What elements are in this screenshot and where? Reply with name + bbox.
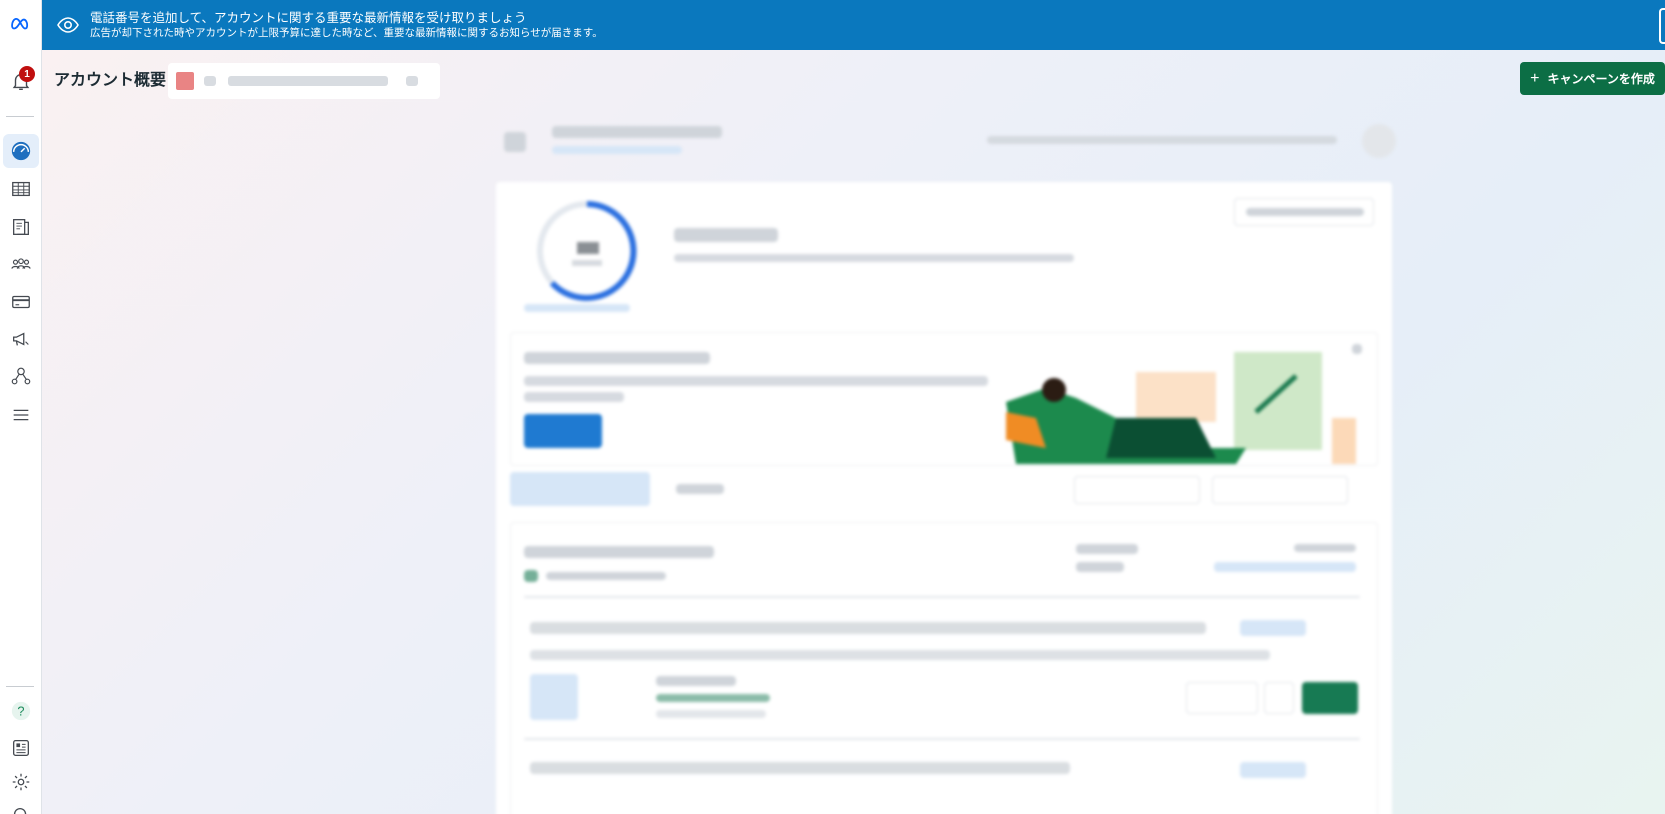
rail-item-overview[interactable] (3, 134, 39, 168)
page-title: アカウント概要 (54, 72, 167, 89)
blurred-text (524, 352, 710, 364)
blurred-text (1076, 562, 1124, 572)
blurred-account-name (228, 76, 388, 86)
news-icon (13, 740, 29, 756)
banner-description: 広告が却下された時やアカウントが上限予算に達した時など、重要な最新情報に関するお… (90, 26, 603, 39)
blurred-text (204, 76, 216, 86)
blurred-text (552, 146, 682, 154)
create-campaign-button[interactable]: + キャンペーンを作成 (1520, 62, 1665, 95)
blurred-tab (676, 484, 724, 494)
meta-logo-icon[interactable] (3, 6, 39, 40)
blurred-text (1294, 544, 1356, 552)
blurred-text (530, 650, 1270, 660)
chevron-down-icon (406, 76, 418, 86)
settings-button[interactable] (3, 765, 39, 799)
blurred-button (1362, 124, 1396, 158)
blurred-button (1186, 682, 1258, 714)
rail-item-ads[interactable] (3, 322, 39, 356)
blurred-text (546, 572, 666, 580)
audience-icon (11, 258, 31, 269)
gear-icon (12, 773, 30, 791)
blurred-card (496, 182, 1392, 814)
banner-edge (1659, 8, 1665, 44)
blurred-text (530, 762, 1070, 774)
blurred-illustration (1006, 352, 1356, 464)
billing-icon (12, 295, 30, 309)
help-icon: ? (11, 701, 31, 721)
banner-title[interactable]: 電話番号を追加して、アカウントに関する重要な最新情報を受け取りましょう (90, 10, 603, 26)
phone-notice-banner: 電話番号を追加して、アカウントに関する重要な最新情報を受け取りましょう 広告が却… (42, 0, 1665, 50)
blurred-main-content (492, 118, 1400, 814)
network-icon (11, 367, 31, 385)
dashboard-icon (11, 141, 31, 161)
eye-icon (57, 17, 79, 33)
menu-icon (13, 409, 29, 421)
rail-item-all-tools[interactable] (3, 398, 39, 432)
search-icon (13, 807, 27, 814)
blurred-dropdown (1074, 476, 1200, 504)
table-icon (12, 181, 30, 197)
blurred-icon (524, 570, 538, 582)
rail-item-pages[interactable] (3, 210, 39, 244)
left-nav-rail: 1 ? (0, 0, 42, 814)
blurred-badge (1240, 620, 1306, 636)
blurred-tab (510, 472, 650, 506)
blurred-button (1302, 682, 1358, 714)
rail-item-business[interactable] (3, 359, 39, 393)
blurred-text (524, 546, 714, 558)
divider (524, 596, 1360, 598)
blurred-text (674, 228, 778, 242)
blurred-text (524, 304, 630, 312)
news-button[interactable] (3, 731, 39, 765)
rail-divider-bottom (6, 686, 34, 687)
pages-icon (13, 219, 29, 235)
rail-item-billing[interactable] (3, 285, 39, 319)
blurred-text (656, 676, 736, 686)
blurred-text (530, 622, 1206, 634)
blurred-badge (1240, 762, 1306, 778)
blurred-dropdown (1212, 476, 1348, 504)
account-avatar (176, 72, 194, 90)
svg-text:?: ? (17, 704, 24, 719)
search-button[interactable] (3, 798, 39, 814)
blurred-icon (504, 132, 526, 152)
account-selector[interactable] (168, 63, 440, 99)
close-icon (1352, 344, 1362, 354)
divider (524, 738, 1360, 740)
notification-badge: 1 (19, 66, 35, 82)
rail-item-campaigns[interactable] (3, 172, 39, 206)
rail-divider (6, 116, 34, 117)
blurred-progress (656, 694, 770, 702)
plus-icon: + (1530, 69, 1540, 87)
blurred-text (1246, 208, 1364, 216)
blurred-text (524, 392, 624, 402)
create-campaign-label: キャンペーンを作成 (1547, 72, 1655, 86)
blurred-text (1076, 544, 1138, 554)
blurred-text (987, 136, 1337, 144)
ads-icon (13, 332, 29, 346)
notifications-button[interactable]: 1 (3, 64, 39, 98)
rail-item-audiences[interactable] (3, 247, 39, 281)
blurred-text (656, 710, 766, 718)
blurred-text (674, 254, 1074, 262)
blurred-link (1214, 562, 1356, 572)
blurred-button (524, 414, 602, 448)
help-button[interactable]: ? (3, 694, 39, 728)
blurred-thumbnail (530, 674, 578, 720)
blurred-text (524, 376, 988, 386)
blurred-score-gauge (537, 201, 637, 301)
blurred-text (552, 126, 722, 138)
blurred-button (1264, 682, 1294, 714)
